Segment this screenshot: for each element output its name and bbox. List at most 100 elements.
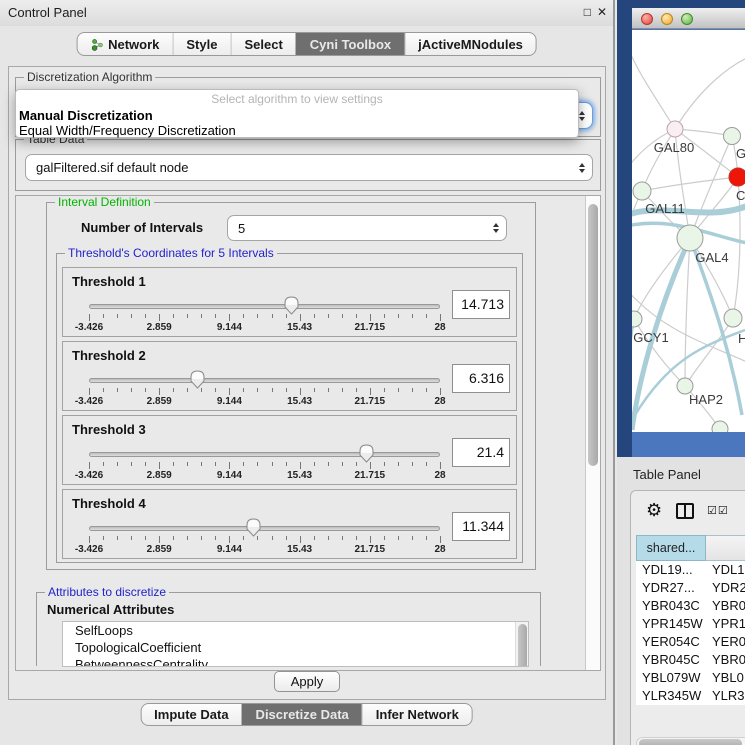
table-row[interactable]: YBR045CYBR0	[636, 651, 745, 669]
network-node[interactable]	[724, 309, 742, 327]
network-view-window: GAL80GCGAL11GAL4GCY1HHAP2	[632, 8, 745, 457]
number-of-intervals-label: Number of Intervals	[81, 220, 203, 235]
close-traffic-light-icon[interactable]	[641, 13, 653, 25]
threshold-slider[interactable]: -3.4262.8599.14415.4321.71528	[89, 370, 440, 410]
network-canvas[interactable]: GAL80GCGAL11GAL4GCY1HHAP2	[632, 30, 745, 432]
table-cell: YDL19...	[636, 561, 706, 579]
threshold-label: Threshold 4	[72, 496, 146, 511]
attribute-list-item[interactable]: TopologicalCoefficient	[63, 639, 528, 656]
algorithm-option[interactable]: Equal Width/Frequency Discretization	[16, 123, 578, 138]
table-rows: YDL19...YDL1YDR27...YDR2YBR043CYBR0YPR14…	[636, 561, 745, 705]
tab-select[interactable]: Select	[230, 33, 295, 55]
slider-scale-label: 15.43	[287, 544, 312, 555]
slider-thumb[interactable]	[284, 296, 299, 315]
interval-definition-group: Interval Definition Number of Intervals …	[46, 202, 536, 570]
table-cell: YDR27...	[636, 579, 706, 597]
network-node[interactable]	[729, 168, 745, 186]
network-node[interactable]	[632, 311, 642, 327]
threshold-slider[interactable]: -3.4262.8599.14415.4321.71528	[89, 444, 440, 484]
threshold-slider[interactable]: -3.4262.8599.14415.4321.71528	[89, 296, 440, 336]
slider-thumb[interactable]	[246, 518, 261, 537]
network-desktop: GAL80GCGAL11GAL4GCY1HHAP2	[617, 0, 745, 457]
table-horizontal-scrollbar[interactable]	[636, 737, 745, 745]
table-cell: YPR145W	[636, 615, 706, 633]
algorithm-option[interactable]: Manual Discretization	[16, 108, 578, 123]
threshold-value-field[interactable]: 6.316	[452, 364, 510, 393]
tab-infer-network[interactable]: Infer Network	[362, 704, 472, 725]
edge[interactable]	[632, 52, 675, 129]
threshold-slider[interactable]: -3.4262.8599.14415.4321.71528	[89, 518, 440, 558]
tab-impute-data[interactable]: Impute Data	[141, 704, 241, 725]
table-column-header[interactable]: n	[706, 535, 745, 561]
table-data-combo[interactable]: galFiltered.sif default node	[25, 154, 593, 181]
node-label: GCY1	[633, 330, 668, 345]
bottom-tab-bar: Impute Data Discretize DataInfer Network	[140, 703, 473, 726]
minimize-traffic-light-icon[interactable]	[661, 13, 673, 25]
table-row[interactable]: YBL079WYBL0	[636, 669, 745, 687]
node-label: GAL11	[645, 201, 685, 216]
table-cell: YDR2	[706, 579, 745, 597]
tab-network[interactable]: Network	[77, 33, 172, 55]
network-node[interactable]	[677, 225, 703, 251]
network-node[interactable]	[667, 121, 683, 137]
table-row[interactable]: YPR145WYPR1	[636, 615, 745, 633]
slider-scale-label: -3.426	[75, 470, 103, 481]
tab-label: Impute Data	[154, 707, 228, 722]
slider-scale-label: 2.859	[147, 544, 172, 555]
numerical-attributes-list[interactable]: SelfLoopsTopologicalCoefficientBetweenne…	[62, 621, 529, 667]
table-panel: Table Panel ⚙ ☑☑ shared...n YDL19...YDL1…	[617, 457, 745, 745]
highlighted-edge[interactable]	[632, 319, 634, 380]
attribute-list-item[interactable]: BetweennessCentrality	[63, 656, 528, 667]
threshold-value-field[interactable]: 21.4	[452, 438, 510, 467]
threshold-panel: Threshold 3 -3.4262.8599.14415.4321.71528…	[62, 415, 517, 485]
edge[interactable]	[642, 177, 738, 191]
control-panel-titlebar: Control Panel □ ✕	[0, 0, 613, 26]
table-row[interactable]: YER054CYER0	[636, 633, 745, 651]
tab-jactivemnodules[interactable]: jActiveMNodules	[404, 33, 536, 55]
gear-icon[interactable]: ⚙	[646, 500, 662, 521]
column-layout-icon[interactable]	[676, 503, 694, 519]
apply-button[interactable]: Apply	[274, 671, 340, 692]
table-header-row: shared...n	[636, 535, 745, 561]
table-row[interactable]: YDR27...YDR2	[636, 579, 745, 597]
table-row[interactable]: YDL19...YDL1	[636, 561, 745, 579]
threshold-value-field[interactable]: 14.713	[452, 290, 510, 319]
edge[interactable]	[675, 58, 745, 129]
number-of-intervals-combo[interactable]: 5	[227, 215, 507, 241]
attributes-list-scrollbar[interactable]	[515, 622, 528, 666]
slider-scale-label: 21.715	[355, 544, 386, 555]
table-cell: YBR045C	[636, 651, 706, 669]
settings-pane-scrollbar[interactable]	[585, 196, 600, 670]
tab-cyni-toolbox[interactable]: Cyni Toolbox	[296, 33, 404, 55]
table-column-header[interactable]: shared...	[636, 535, 706, 561]
tab-discretize-data[interactable]: Discretize Data	[242, 704, 362, 725]
network-node[interactable]	[724, 128, 741, 145]
threshold-label: Threshold 3	[72, 422, 146, 437]
table-row[interactable]: YLR345WYLR3	[636, 687, 745, 705]
window-close-icon[interactable]: ✕	[597, 5, 607, 19]
edge[interactable]	[690, 136, 732, 238]
edge[interactable]	[685, 318, 733, 386]
network-window-titlebar[interactable]	[632, 8, 745, 29]
tab-label: Network	[108, 37, 159, 52]
table-row[interactable]: YBR043CYBR0	[636, 597, 745, 615]
control-panel-title: Control Panel	[8, 5, 87, 20]
slider-thumb[interactable]	[190, 370, 205, 389]
thresholds-group-title: Threshold's Coordinates for 5 Intervals	[65, 246, 277, 260]
attribute-list-item[interactable]: SelfLoops	[63, 622, 528, 639]
slider-scale-label: 2.859	[147, 322, 172, 333]
window-float-icon[interactable]: □	[584, 5, 591, 19]
edge[interactable]	[685, 238, 690, 386]
select-columns-icon[interactable]: ☑☑	[707, 504, 729, 517]
slider-thumb[interactable]	[359, 444, 374, 463]
tab-style[interactable]: Style	[172, 33, 230, 55]
zoom-traffic-light-icon[interactable]	[681, 13, 693, 25]
attributes-group-title: Attributes to discretize	[45, 585, 169, 599]
network-node[interactable]	[633, 182, 651, 200]
threshold-value-field[interactable]: 11.344	[452, 512, 510, 541]
table-panel-toolbar: ⚙ ☑☑	[631, 491, 745, 535]
slider-scale-label: 28	[434, 396, 445, 407]
node-label: HAP2	[689, 392, 723, 407]
threshold-label: Threshold 2	[72, 348, 146, 363]
network-node[interactable]	[712, 421, 728, 432]
